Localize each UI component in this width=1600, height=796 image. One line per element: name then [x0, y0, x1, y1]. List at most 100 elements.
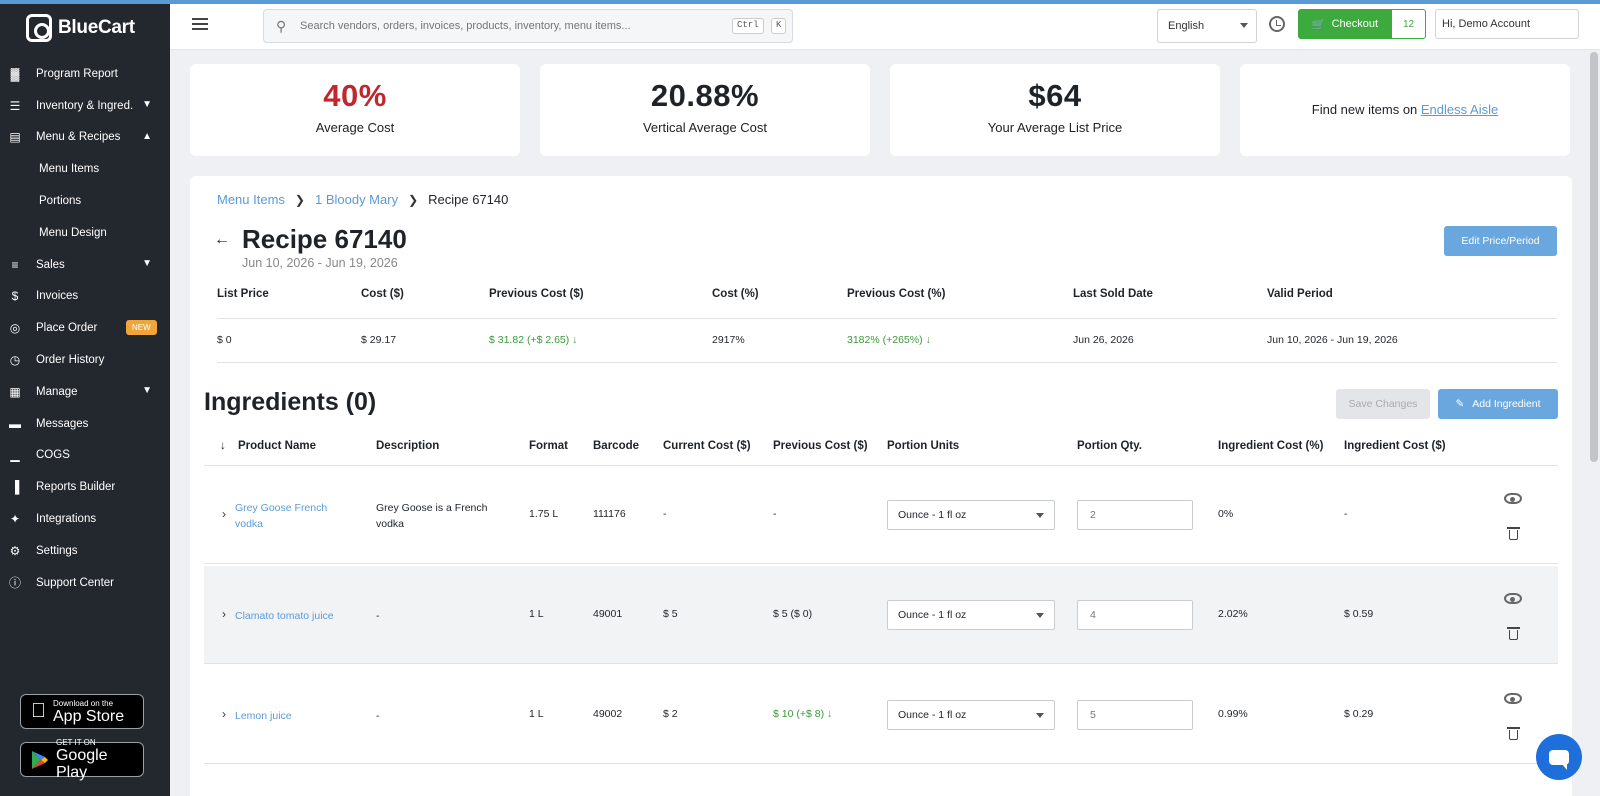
sidebar-item-support-center[interactable]: ⓘ Support Center — [0, 567, 170, 599]
ingredient-previous-cost: $ 10 (+$ 8) ↓ — [773, 708, 833, 720]
col-description: Description — [376, 440, 440, 452]
sidebar-item-place-order[interactable]: ◎ Place Order NEW — [0, 312, 170, 344]
portion-qty-input[interactable] — [1077, 500, 1193, 530]
ingredient-name-link[interactable]: Grey Goose French vodka — [235, 500, 345, 532]
google-play-icon — [31, 750, 48, 769]
ingredient-cost-pct: 0.99% — [1218, 708, 1248, 720]
sidebar-item-invoices[interactable]: $ Invoices — [0, 281, 170, 313]
ingredient-name-link[interactable]: Lemon juice — [235, 708, 345, 724]
gear-icon: ⚙ — [9, 543, 21, 558]
delete-trash-icon[interactable] — [1507, 627, 1520, 640]
vertical-average-cost-value: 20.88% — [650, 78, 760, 113]
sidebar-item-cogs[interactable]: ▁ COGS — [0, 440, 170, 472]
ingredient-current-cost: $ 5 — [663, 608, 678, 620]
sidebar-item-label: Program Report — [36, 67, 118, 80]
chevron-down-icon — [1240, 23, 1248, 28]
sidebar-item-menu-items[interactable]: Menu Items — [0, 153, 170, 185]
search-input[interactable] — [300, 17, 720, 35]
app-store-button[interactable]:  Download on the App Store — [20, 694, 144, 729]
view-eye-icon[interactable] — [1504, 593, 1522, 604]
expand-chevron-icon[interactable]: › — [222, 707, 226, 721]
divider — [217, 362, 1557, 363]
sidebar-item-menu-recipes[interactable]: ▤ Menu & Recipes ▲ — [0, 122, 170, 154]
google-play-button[interactable]: GET IT ON Google Play — [20, 738, 144, 781]
sidebar-item-sales[interactable]: ≡ Sales ▼ — [0, 249, 170, 281]
ingredient-row: › Clamato tomato juice - 1 L 49001 $ 5 $ 5 ($ … — [204, 566, 1558, 664]
menu-toggle-icon[interactable] — [192, 18, 208, 33]
sidebar-item-program-report[interactable]: ▓ Program Report — [0, 58, 170, 90]
sidebar-item-settings[interactable]: ⚙ Settings — [0, 535, 170, 567]
sidebar-nav: ▓ Program Report ☰ Inventory & Ingred. ▼ ▤ Men… — [0, 58, 170, 599]
global-search[interactable]: ⚲ Ctrl K — [263, 9, 793, 43]
sidebar-item-label: Support Center — [36, 576, 114, 589]
col-barcode: Barcode — [593, 440, 640, 452]
bar-chart-icon: ▓ — [10, 66, 20, 81]
language-select[interactable]: English — [1157, 9, 1257, 43]
top-header: ⚲ Ctrl K English 🛒 Checkout 12 Hi, Demo … — [170, 4, 1600, 50]
sidebar-item-integrations[interactable]: ✦ Integrations — [0, 503, 170, 535]
expand-chevron-icon[interactable]: › — [222, 607, 226, 621]
sidebar-item-portions[interactable]: Portions — [0, 185, 170, 217]
stat-card-vertical-average-cost: 20.88% Vertical Average Cost — [540, 64, 870, 156]
delete-trash-icon[interactable] — [1507, 527, 1520, 540]
vertical-average-cost-label: Vertical Average Cost — [642, 120, 768, 135]
average-cost-label: Average Cost — [315, 120, 395, 135]
portion-units-select[interactable]: Ounce - 1 fl oz — [887, 500, 1055, 530]
back-arrow-icon[interactable]: ← — [214, 231, 230, 249]
shortcut-k: K — [771, 18, 787, 34]
info-icon: ⓘ — [8, 576, 21, 591]
ingredient-cost-usd: $ 0.59 — [1344, 608, 1374, 620]
chevron-up-icon: ▲ — [142, 130, 152, 142]
edit-price-period-button[interactable]: Edit Price/Period — [1444, 226, 1557, 256]
ingredient-description: - — [376, 610, 380, 622]
ingredient-description: Grey Goose is a French vodka — [376, 502, 488, 530]
add-ingredient-button[interactable]: ✎ Add Ingredient — [1438, 389, 1558, 419]
new-badge: NEW — [126, 320, 157, 336]
add-ingredient-label: Add Ingredient — [1472, 398, 1541, 410]
sort-arrow-icon[interactable]: ↓ — [220, 440, 226, 452]
book-icon: ▤ — [9, 130, 21, 145]
view-eye-icon[interactable] — [1504, 493, 1522, 504]
portion-units-select[interactable]: Ounce - 1 fl oz — [887, 700, 1055, 730]
col-product-name[interactable]: Product Name — [238, 440, 316, 452]
account-menu[interactable]: Hi, Demo Account — [1435, 9, 1579, 39]
ingredient-name-link[interactable]: Clamato tomato juice — [235, 608, 345, 624]
portion-units-value: Ounce - 1 fl oz — [898, 709, 967, 721]
bars-icon: ▁ — [10, 448, 20, 463]
summary-list-price: $ 0 — [217, 334, 232, 346]
save-changes-button[interactable]: Save Changes — [1336, 389, 1430, 419]
cart-icon: 🛒 — [1311, 18, 1326, 31]
checkout-button[interactable]: 🛒 Checkout — [1298, 9, 1392, 39]
expand-chevron-icon[interactable]: › — [222, 507, 226, 521]
report-icon: ▐ — [10, 480, 20, 495]
portion-qty-input[interactable] — [1077, 700, 1193, 730]
sidebar-item-label: Manage — [36, 385, 78, 398]
cart-count-badge[interactable]: 12 — [1392, 9, 1426, 39]
history-clock-icon[interactable] — [1269, 16, 1285, 32]
brand-logo[interactable]: BlueCart — [26, 14, 135, 42]
summary-col-last-sold: Last Sold Date — [1073, 288, 1153, 300]
page-scrollbar[interactable] — [1590, 52, 1598, 462]
apple-icon:  — [31, 700, 46, 723]
breadcrumb-menu-items[interactable]: Menu Items — [217, 192, 285, 207]
portion-units-select[interactable]: Ounce - 1 fl oz — [887, 600, 1055, 630]
col-previous-cost: Previous Cost ($) — [773, 440, 868, 452]
app-store-small: Download on the — [38, 698, 113, 708]
breadcrumb-menu-item[interactable]: 1 Bloody Mary — [315, 192, 398, 207]
sidebar-item-menu-design[interactable]: Menu Design — [0, 217, 170, 249]
sidebar-item-order-history[interactable]: ◷ Order History — [0, 344, 170, 376]
endless-aisle-link[interactable]: Endless Aisle — [1421, 102, 1498, 117]
sidebar-item-messages[interactable]: ▬ Messages — [0, 408, 170, 440]
chevron-down-icon — [1036, 513, 1044, 518]
col-format: Format — [529, 440, 568, 452]
sidebar-item-inventory-ingred[interactable]: ☰ Inventory & Ingred. ▼ — [0, 90, 170, 122]
sidebar-item-reports-builder[interactable]: ▐ Reports Builder — [0, 471, 170, 503]
chat-support-button[interactable] — [1536, 734, 1582, 780]
portion-qty-input[interactable] — [1077, 600, 1193, 630]
view-eye-icon[interactable] — [1504, 693, 1522, 704]
summary-cost: $ 29.17 — [361, 334, 397, 346]
ingredient-format: 1 L — [529, 708, 544, 720]
sidebar-item-manage[interactable]: ▦ Manage ▼ — [0, 376, 170, 408]
delete-trash-icon[interactable] — [1507, 727, 1520, 740]
ingredient-previous-cost: $ 5 ($ 0) — [773, 608, 813, 620]
